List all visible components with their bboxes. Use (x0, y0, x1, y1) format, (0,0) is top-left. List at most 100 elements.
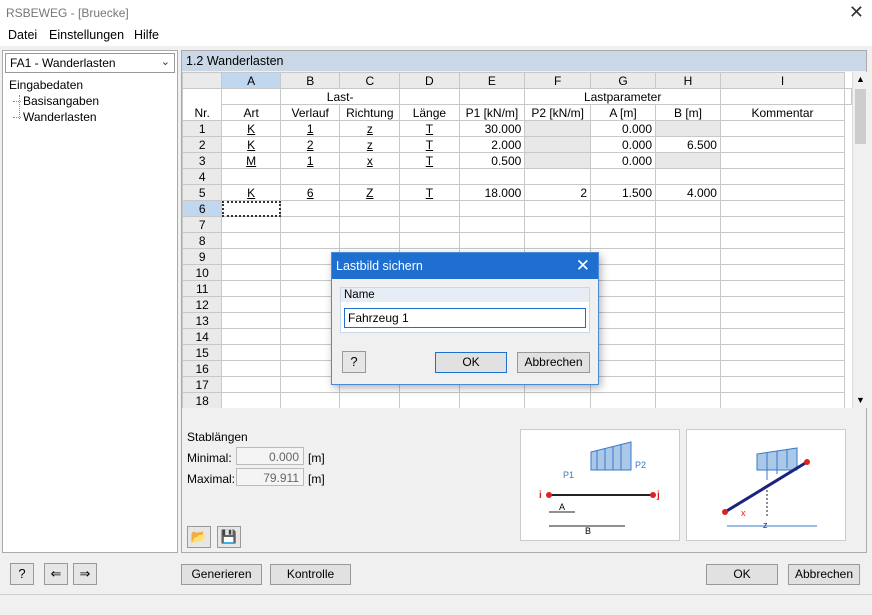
table-cell[interactable] (399, 216, 460, 233)
import-icon[interactable]: ⇐ (44, 563, 68, 585)
table-cell[interactable] (279, 232, 341, 249)
table-cell[interactable] (458, 200, 526, 217)
row-number[interactable]: 15 (182, 344, 223, 361)
table-cell[interactable]: Z (339, 184, 401, 201)
table-cell[interactable] (399, 392, 460, 408)
row-number[interactable]: 2 (182, 136, 223, 153)
menu-hilfe[interactable]: Hilfe (134, 28, 159, 42)
table-cell[interactable]: 2 (279, 136, 341, 153)
table-cell[interactable] (719, 184, 846, 201)
table-cell[interactable] (221, 200, 281, 217)
open-icon[interactable]: 📂 (187, 526, 211, 548)
table-cell[interactable] (590, 280, 657, 297)
table-cell[interactable]: x (339, 152, 401, 169)
row-number[interactable]: 5 (182, 184, 223, 201)
row-number[interactable]: 17 (182, 376, 223, 393)
table-cell[interactable] (719, 120, 846, 137)
table-cell[interactable] (279, 200, 341, 217)
row-number[interactable]: 4 (182, 168, 223, 185)
table-cell[interactable] (655, 376, 721, 393)
table-cell[interactable] (590, 312, 657, 329)
table-cell[interactable] (655, 232, 721, 249)
table-cell[interactable]: 0.000 (590, 120, 657, 137)
table-cell[interactable] (221, 280, 281, 297)
tree-item-wanderlasten[interactable]: Wanderlasten (9, 109, 99, 125)
table-cell[interactable] (655, 216, 721, 233)
row-number[interactable]: 13 (182, 312, 223, 329)
table-cell[interactable] (590, 344, 657, 361)
table-cell[interactable] (524, 120, 592, 137)
row-number[interactable]: 6 (182, 200, 223, 217)
table-cell[interactable] (590, 264, 657, 281)
table-cell[interactable] (719, 232, 846, 249)
column-letter[interactable]: F (524, 72, 592, 89)
row-number[interactable]: 12 (182, 296, 223, 313)
table-cell[interactable]: 1 (279, 120, 341, 137)
table-cell[interactable]: 4.000 (655, 184, 721, 201)
table-cell[interactable]: T (399, 136, 460, 153)
table-cell[interactable] (590, 232, 657, 249)
name-input[interactable]: Fahrzeug 1 (344, 308, 586, 328)
table-cell[interactable] (524, 392, 592, 408)
table-cell[interactable] (719, 248, 846, 265)
table-cell[interactable] (590, 216, 657, 233)
table-cell[interactable] (524, 216, 592, 233)
table-cell[interactable] (279, 216, 341, 233)
table-cell[interactable]: 0.000 (590, 152, 657, 169)
table-cell[interactable] (719, 264, 846, 281)
table-cell[interactable] (279, 392, 341, 408)
table-cell[interactable] (655, 168, 721, 185)
tree-item-basisangaben[interactable]: Basisangaben (9, 93, 99, 109)
table-cell[interactable] (655, 120, 721, 137)
row-number[interactable]: 3 (182, 152, 223, 169)
menu-datei[interactable]: Datei (8, 28, 37, 42)
table-cell[interactable] (590, 392, 657, 408)
table-cell[interactable] (655, 152, 721, 169)
table-cell[interactable] (719, 392, 846, 408)
kontrolle-button[interactable]: Kontrolle (270, 564, 351, 585)
table-cell[interactable] (590, 168, 657, 185)
table-cell[interactable] (279, 168, 341, 185)
table-cell[interactable] (524, 200, 592, 217)
row-number[interactable]: 10 (182, 264, 223, 281)
table-cell[interactable] (590, 248, 657, 265)
table-cell[interactable]: 2.000 (458, 136, 526, 153)
table-cell[interactable] (524, 136, 592, 153)
table-cell[interactable] (458, 232, 526, 249)
menu-einstellungen[interactable]: Einstellungen (49, 28, 124, 42)
row-number[interactable]: 9 (182, 248, 223, 265)
table-cell[interactable]: 6.500 (655, 136, 721, 153)
table-cell[interactable] (524, 152, 592, 169)
table-cell[interactable] (590, 200, 657, 217)
table-cell[interactable] (221, 392, 281, 408)
row-number[interactable]: 14 (182, 328, 223, 345)
dialog-cancel-button[interactable]: Abbrechen (517, 352, 590, 373)
column-letter[interactable]: C (339, 72, 401, 89)
column-letter[interactable]: H (655, 72, 721, 89)
table-cell[interactable] (655, 344, 721, 361)
table-cell[interactable] (655, 392, 721, 408)
table-cell[interactable] (524, 232, 592, 249)
generieren-button[interactable]: Generieren (181, 564, 262, 585)
row-number[interactable]: 1 (182, 120, 223, 137)
save-icon[interactable]: 💾 (217, 526, 241, 548)
table-cell[interactable] (221, 216, 281, 233)
table-cell[interactable] (719, 168, 846, 185)
table-cell[interactable] (719, 280, 846, 297)
table-cell[interactable] (590, 360, 657, 377)
table-cell[interactable] (221, 376, 281, 393)
tree-root[interactable]: Eingabedaten (9, 77, 99, 93)
column-letter[interactable]: G (590, 72, 657, 89)
table-cell[interactable] (655, 248, 721, 265)
table-cell[interactable] (719, 360, 846, 377)
load-case-select[interactable]: FA1 - Wanderlasten ⌄ (5, 53, 175, 73)
table-cell[interactable] (221, 312, 281, 329)
table-cell[interactable]: T (399, 120, 460, 137)
table-cell[interactable]: 1.500 (590, 184, 657, 201)
vertical-scrollbar[interactable]: ▲ ▼ (852, 72, 867, 408)
table-cell[interactable] (655, 264, 721, 281)
table-cell[interactable] (719, 328, 846, 345)
ok-button[interactable]: OK (706, 564, 778, 585)
table-cell[interactable] (655, 200, 721, 217)
table-cell[interactable] (399, 200, 460, 217)
